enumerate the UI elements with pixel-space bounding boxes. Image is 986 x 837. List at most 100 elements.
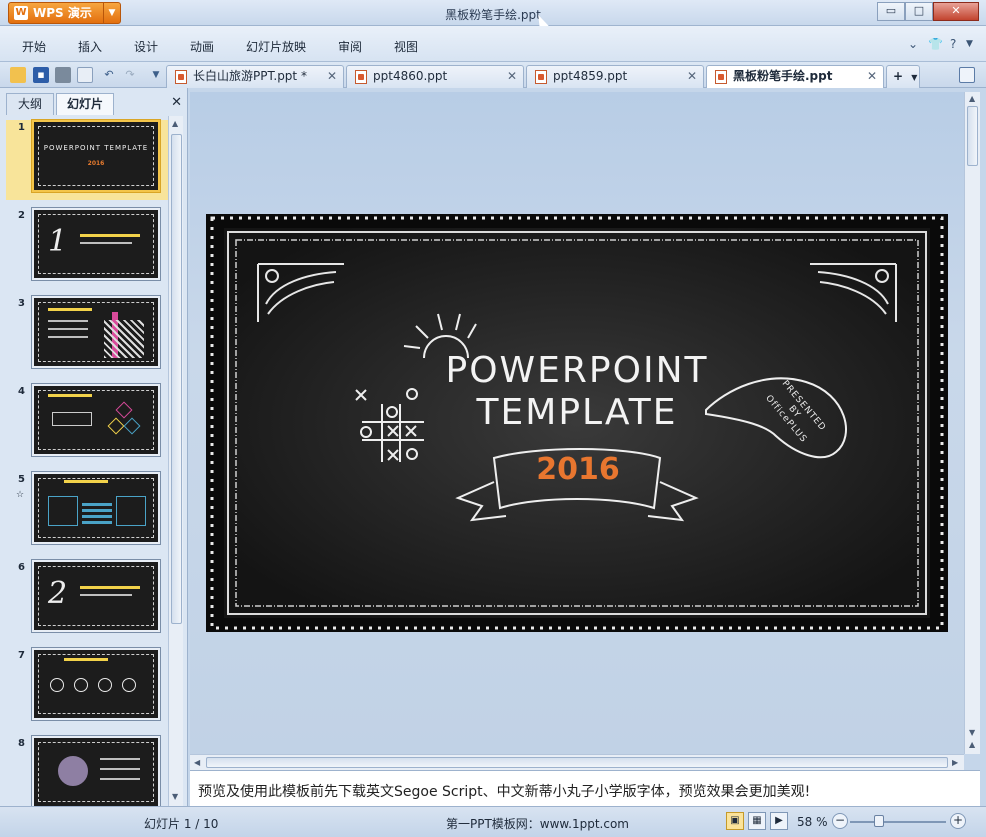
- slide-thumbnail-row[interactable]: 1 POWERPOINT TEMPLATE 2016: [6, 120, 168, 200]
- menu-animation[interactable]: 动画: [190, 38, 214, 55]
- slide-title-line-1[interactable]: POWERPOINT: [206, 350, 948, 391]
- canvas-vertical-scrollbar[interactable]: ▲ ▼ ▲: [964, 92, 980, 754]
- slide-thumbnail[interactable]: [32, 472, 160, 544]
- menu-slideshow[interactable]: 幻灯片放映: [246, 38, 306, 55]
- save-icon[interactable]: ▪: [33, 67, 49, 83]
- slideshow-view-icon[interactable]: ▶: [770, 812, 788, 830]
- scrollbar-thumb[interactable]: [206, 757, 948, 768]
- menu-review[interactable]: 审阅: [338, 38, 362, 55]
- close-pane-icon[interactable]: ✕: [171, 95, 182, 110]
- scroll-right-icon[interactable]: ▶: [952, 758, 958, 767]
- slide-title-line-2[interactable]: TEMPLATE: [206, 392, 948, 433]
- window-layout-icon[interactable]: [959, 67, 975, 83]
- help-dropdown-icon[interactable]: ▼: [966, 39, 973, 49]
- close-tab-icon[interactable]: ✕: [507, 66, 517, 87]
- tab-document-3[interactable]: ppt4859.ppt ✕: [526, 65, 704, 88]
- new-tab-label: +: [893, 69, 904, 83]
- notes-text[interactable]: 预览及使用此模板前先下载英文Segoe Script、中文新蒂小丸子小学版字体，…: [198, 781, 810, 801]
- canvas-horizontal-scrollbar[interactable]: ◀ ▶: [190, 754, 964, 770]
- thumbnail-decoration: [64, 658, 108, 661]
- slide-thumbnail[interactable]: [32, 736, 160, 806]
- custom-animation-star-icon: ☆: [16, 490, 25, 500]
- slide-thumbnail-row[interactable]: 62: [6, 560, 168, 640]
- notes-pane[interactable]: 预览及使用此模板前先下载英文Segoe Script、中文新蒂小丸子小学版字体，…: [190, 770, 980, 806]
- close-button[interactable]: ✕: [933, 2, 979, 21]
- menu-insert[interactable]: 插入: [78, 38, 102, 55]
- help-icon[interactable]: ?: [950, 37, 956, 51]
- slide-thumbnail-row[interactable]: 3: [6, 296, 168, 376]
- chevron-down-icon[interactable]: ▼: [911, 73, 917, 82]
- tab-outline[interactable]: 大纲: [6, 93, 54, 115]
- maximize-button[interactable]: □: [905, 2, 933, 21]
- prev-slide-icon[interactable]: ▲: [969, 740, 975, 749]
- thumbnail-section-number: 2: [48, 576, 68, 611]
- thumbnail-scrollbar[interactable]: ▲ ▼: [168, 116, 183, 806]
- slide-thumbnail[interactable]: POWERPOINT TEMPLATE 2016: [32, 120, 160, 192]
- close-tab-icon[interactable]: ✕: [687, 66, 697, 87]
- thumbnail-frame: [38, 742, 154, 802]
- open-folder-icon[interactable]: [10, 67, 26, 83]
- scroll-down-icon[interactable]: ▼: [969, 728, 975, 737]
- slide-year[interactable]: 2016: [528, 452, 628, 487]
- status-bar: 幻灯片 1 / 10 第一PPT模板网：www.1ppt.com ▣ ▦ ▶ 5…: [0, 806, 986, 837]
- slide-thumbnail[interactable]: 1: [32, 208, 160, 280]
- scroll-up-icon[interactable]: ▲: [969, 94, 975, 103]
- thumbnail-decoration: [64, 480, 108, 483]
- tab-slides[interactable]: 幻灯片: [56, 93, 114, 115]
- thumbnail-decoration: [48, 394, 92, 397]
- print-icon[interactable]: [55, 67, 71, 83]
- zoom-slider-knob[interactable]: [874, 815, 884, 827]
- title-bar: W WPS 演示 ▼ 黑板粉笔手绘.ppt ▭ □ ✕: [0, 0, 986, 26]
- window-title: 黑板粉笔手绘.ppt: [445, 8, 541, 22]
- print-preview-icon[interactable]: [77, 67, 93, 83]
- undo-icon[interactable]: ↶: [101, 67, 117, 83]
- zoom-level[interactable]: 58 %: [797, 815, 828, 829]
- tab-document-2[interactable]: ppt4860.ppt ✕: [346, 65, 524, 88]
- close-tab-icon[interactable]: ✕: [327, 66, 337, 87]
- menu-home[interactable]: 开始: [22, 38, 46, 55]
- slide-sorter-view-icon[interactable]: ▦: [748, 812, 766, 830]
- slide-navigation-pane: 大纲 幻灯片 ✕ 1 POWERPOINT TEMPLATE 2016 2 1 3 4 5 ☆ 6…: [0, 88, 188, 806]
- slide-thumbnail-row[interactable]: 21: [6, 208, 168, 288]
- thumbnail-year: 2016: [87, 160, 105, 167]
- slide-thumbnail-list: 1 POWERPOINT TEMPLATE 2016 2 1 3 4 5 ☆ 6 2 7 8: [6, 116, 168, 806]
- menu-view[interactable]: 视图: [394, 38, 418, 55]
- thumbnail-decoration: [52, 412, 92, 426]
- ppt-file-icon: [175, 70, 187, 84]
- normal-view-icon[interactable]: ▣: [726, 812, 744, 830]
- zoom-in-icon[interactable]: +: [950, 813, 966, 829]
- zoom-slider-track[interactable]: [850, 821, 946, 823]
- slide-thumbnail-row[interactable]: 7: [6, 648, 168, 728]
- scroll-down-icon[interactable]: ▼: [172, 792, 178, 801]
- slide-thumbnail-row[interactable]: 8: [6, 736, 168, 806]
- scrollbar-thumb[interactable]: [967, 106, 978, 166]
- ppt-file-icon: [355, 70, 367, 84]
- slide-thumbnail-row[interactable]: 5 ☆: [6, 472, 168, 552]
- current-slide[interactable]: POWERPOINT TEMPLATE 2016 PRESENTED BY Of…: [206, 214, 948, 632]
- slide-thumbnail[interactable]: 2: [32, 560, 160, 632]
- tab-document-1[interactable]: 长白山旅游PPT.ppt * ✕: [166, 65, 344, 88]
- slide-number: 7: [18, 650, 25, 661]
- scrollbar-thumb[interactable]: [171, 134, 182, 624]
- slide-thumbnail-row[interactable]: 4: [6, 384, 168, 464]
- slide-thumbnail[interactable]: [32, 384, 160, 456]
- slide-thumbnail[interactable]: [32, 648, 160, 720]
- slide-number: 5: [18, 474, 25, 485]
- tab-label: 黑板粉笔手绘.ppt: [733, 69, 833, 83]
- scroll-left-icon[interactable]: ◀: [194, 758, 200, 767]
- skin-shirt-icon[interactable]: 👕: [928, 37, 943, 51]
- menu-design[interactable]: 设计: [134, 38, 158, 55]
- chevron-down-icon[interactable]: ⌄: [908, 37, 918, 51]
- new-tab-button[interactable]: + ▼: [886, 65, 920, 88]
- zoom-out-icon[interactable]: −: [832, 813, 848, 829]
- slide-thumbnail[interactable]: [32, 296, 160, 368]
- minimize-button[interactable]: ▭: [877, 2, 905, 21]
- thumbnail-circle-icon: [98, 678, 112, 692]
- menu-bar: 开始 插入 设计 动画 幻灯片放映 审阅 视图 ⌄ 👕 ? ▼: [0, 26, 986, 62]
- thumbnail-decoration: [48, 320, 88, 322]
- scroll-up-icon[interactable]: ▲: [172, 119, 178, 128]
- redo-icon[interactable]: ↷: [122, 67, 138, 83]
- quick-access-dropdown-icon[interactable]: ▼: [148, 67, 164, 83]
- tab-document-4[interactable]: 黑板粉笔手绘.ppt ✕: [706, 65, 884, 88]
- close-tab-icon[interactable]: ✕: [867, 66, 877, 87]
